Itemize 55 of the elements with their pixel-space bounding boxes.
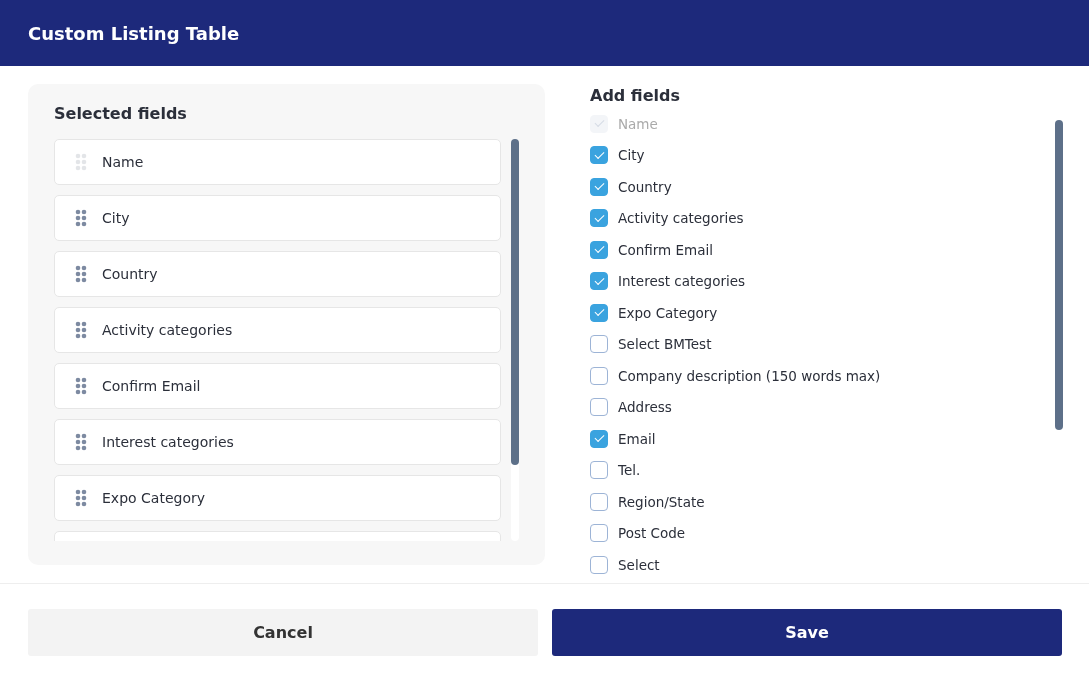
field-label: City: [102, 208, 130, 228]
field-card[interactable]: City: [54, 195, 501, 241]
drag-handle-icon[interactable]: [75, 321, 87, 339]
drag-handle-icon[interactable]: [75, 265, 87, 283]
field-label: Interest categories: [102, 432, 234, 452]
field-label: Expo Category: [102, 488, 205, 508]
window-title: Custom Listing Table: [28, 21, 240, 46]
field-label: Confirm Email: [102, 376, 201, 396]
field-card[interactable]: Interest categories: [54, 419, 501, 465]
field-card[interactable]: Expo Category: [54, 475, 501, 521]
checkbox[interactable]: [590, 461, 608, 480]
field-card[interactable]: Activity categories: [54, 307, 501, 353]
field-card[interactable]: Country: [54, 251, 501, 297]
checkbox[interactable]: [590, 272, 608, 291]
field-label: Select: [618, 555, 660, 575]
checkbox[interactable]: [590, 303, 608, 322]
checkbox[interactable]: [590, 240, 608, 259]
scrollbar[interactable]: [1055, 120, 1063, 430]
checkbox[interactable]: [590, 555, 608, 574]
field-label: Email: [618, 429, 656, 449]
field-label: Confirm Email: [618, 240, 713, 260]
field-label: City: [618, 146, 645, 166]
cancel-button[interactable]: Cancel: [28, 609, 538, 656]
field-label: Activity categories: [618, 209, 744, 229]
checkbox[interactable]: [590, 335, 608, 354]
section-title: Add fields: [590, 85, 682, 107]
field-label: Country: [618, 177, 672, 197]
field-label: Tel.: [618, 461, 641, 481]
field-label: Expo Category: [618, 303, 718, 323]
checkbox[interactable]: [590, 398, 608, 417]
checkbox[interactable]: [590, 209, 608, 228]
drag-handle-icon[interactable]: [75, 433, 87, 451]
checkbox[interactable]: [590, 177, 608, 196]
checkbox[interactable]: [590, 524, 608, 543]
field-label: Company description (150 words max): [618, 366, 881, 386]
field-label: Country: [102, 264, 158, 284]
field-label: Activity categories: [102, 320, 233, 340]
field-label: Select BMTest: [618, 335, 712, 355]
checkbox[interactable]: [590, 146, 608, 165]
field-label: Region/State: [618, 492, 705, 512]
drag-handle-icon[interactable]: [75, 489, 87, 507]
checkbox[interactable]: [590, 366, 608, 385]
drag-handle-icon[interactable]: [75, 209, 87, 227]
save-button[interactable]: Save: [552, 609, 1062, 656]
field-label: Interest categories: [618, 272, 746, 292]
field-label: Name: [102, 152, 144, 172]
field-label: Address: [618, 398, 672, 418]
section-title: Selected fields: [54, 103, 188, 125]
checkbox[interactable]: [590, 429, 608, 448]
field-label: Name: [618, 114, 658, 134]
field-card[interactable]: Confirm Email: [54, 363, 501, 409]
checkbox[interactable]: [590, 492, 608, 511]
drag-handle-icon[interactable]: [75, 377, 87, 395]
scrollbar[interactable]: [511, 139, 519, 541]
field-label: Post Code: [618, 524, 686, 544]
